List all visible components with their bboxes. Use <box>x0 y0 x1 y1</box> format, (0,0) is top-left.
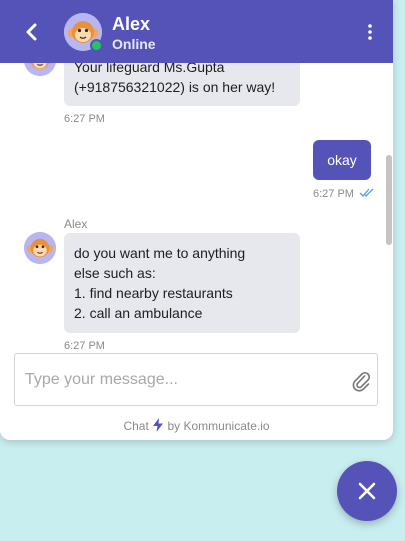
scrollbar-thumb[interactable] <box>386 155 392 245</box>
agent-avatar[interactable] <box>64 13 103 52</box>
message-timestamp: 6:27 PM <box>313 188 375 200</box>
sender-name: Alex <box>64 217 88 231</box>
monkey-avatar-icon <box>24 232 56 264</box>
agent-avatar-small <box>24 232 56 264</box>
message-line: (+918756321022) is on her way! <box>74 79 276 95</box>
agent-name: Alex <box>112 14 151 34</box>
message-line: 2. call an ambulance <box>74 305 203 321</box>
message-timestamp-text: 6:27 PM <box>313 188 354 200</box>
message-timestamp: 6:27 PM <box>64 113 105 125</box>
powered-by-prefix: Chat <box>123 419 149 433</box>
lightning-icon <box>153 418 164 432</box>
message-bubble-incoming[interactable]: do you want me to anything else such as:… <box>64 233 300 333</box>
double-check-icon <box>359 188 374 197</box>
close-icon <box>358 482 376 500</box>
close-chat-button[interactable] <box>337 461 397 521</box>
attach-button[interactable] <box>351 370 371 392</box>
kebab-menu-icon <box>368 24 372 40</box>
chat-widget: Alex Online Your lifeguard Ms.Gupta (+91… <box>0 0 393 440</box>
message-timestamp: 6:27 PM <box>64 340 105 350</box>
agent-status: Online <box>112 36 156 52</box>
powered-by-suffix: by Kommunicate.io <box>167 419 270 433</box>
paperclip-icon <box>352 371 371 392</box>
more-options-button[interactable] <box>362 22 378 42</box>
message-line: else such as: <box>74 265 156 281</box>
message-list[interactable]: Your lifeguard Ms.Gupta (+918756321022) … <box>0 63 393 350</box>
message-bubble-outgoing[interactable]: okay <box>313 140 371 180</box>
chevron-left-icon <box>26 23 37 41</box>
message-bubble-incoming[interactable]: Your lifeguard Ms.Gupta (+918756321022) … <box>64 63 300 106</box>
message-line: do you want me to anything <box>74 245 246 261</box>
powered-by[interactable]: Chat by Kommunicate.io <box>0 418 393 433</box>
message-input[interactable] <box>25 368 340 392</box>
online-status-dot <box>90 39 103 52</box>
monkey-avatar-icon <box>24 63 56 76</box>
chat-header: Alex Online <box>0 0 393 63</box>
agent-avatar-small <box>24 63 56 76</box>
message-line: 1. find nearby restaurants <box>74 285 233 301</box>
message-composer <box>14 353 378 406</box>
back-button[interactable] <box>22 20 42 44</box>
message-line: Your lifeguard Ms.Gupta <box>74 63 225 75</box>
